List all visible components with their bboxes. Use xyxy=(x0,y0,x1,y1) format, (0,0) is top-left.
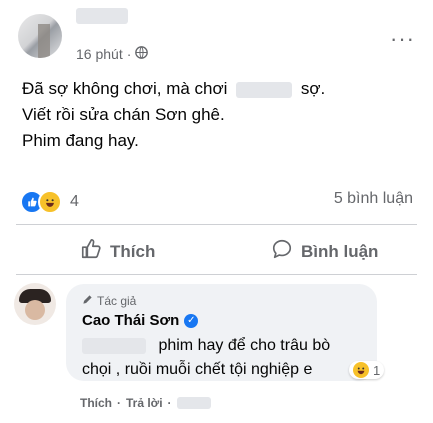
post-text-line-1: Đã sợ không chơi, mà chơi sợ. xyxy=(22,76,325,102)
commenter-avatar[interactable] xyxy=(14,283,56,325)
post-text-line-3: Phim đang hay. xyxy=(22,131,139,150)
post-time[interactable]: 16 phút xyxy=(76,46,123,62)
post-author-avatar[interactable] xyxy=(18,14,62,58)
haha-reaction-icon xyxy=(38,190,62,214)
post-meta: 16 phút · xyxy=(76,46,149,62)
post-text-part: sợ. xyxy=(300,79,326,98)
pencil-icon xyxy=(82,294,93,308)
like-button-label: Thích xyxy=(110,241,156,261)
comment-actions: Thích · Trả lời · xyxy=(80,396,211,410)
speech-bubble-icon xyxy=(271,238,293,265)
comment-line-2: chọi , ruồi muỗi chết tội nghiệp e xyxy=(82,361,313,378)
meta-separator: · xyxy=(126,46,132,62)
post-text-part: Đã sợ không chơi, mà chơi xyxy=(22,79,228,98)
divider-top xyxy=(16,224,417,225)
redacted-text xyxy=(236,81,293,98)
comment-reaction-count: 1 xyxy=(373,362,381,378)
comment-reply-link[interactable]: Trả lời xyxy=(126,396,163,410)
verified-badge-icon: ✓ xyxy=(184,313,199,328)
comment-button[interactable]: Bình luận xyxy=(271,238,378,265)
comment-line-1: phim hay để cho trâu bò xyxy=(82,334,330,358)
redacted-text xyxy=(82,337,146,354)
divider-bottom xyxy=(16,274,417,275)
commenter-name[interactable]: Cao Thái Sơn xyxy=(82,312,179,329)
reaction-count: 4 xyxy=(70,193,79,210)
comment-like-link[interactable]: Thích xyxy=(80,396,112,410)
haha-reaction-icon xyxy=(353,362,369,378)
more-options-button[interactable]: ··· xyxy=(390,26,415,52)
author-badge: Tác giả xyxy=(82,294,136,308)
post-author-name-redacted[interactable] xyxy=(76,8,128,24)
thumbs-up-icon xyxy=(80,238,102,265)
redacted-timestamp xyxy=(176,397,211,409)
reaction-summary[interactable]: 4 xyxy=(20,190,79,214)
action-separator: · xyxy=(117,396,121,410)
comment-text-part: phim hay để cho trâu bò xyxy=(158,337,331,354)
action-separator: · xyxy=(167,396,172,410)
comment-reaction-summary[interactable]: 1 xyxy=(349,361,385,379)
author-badge-label: Tác giả xyxy=(97,294,137,308)
comment-count-link[interactable]: 5 bình luận xyxy=(334,190,413,208)
post-text-line-2: Viết rồi sửa chán Sơn ghê. xyxy=(22,105,225,124)
comment-button-label: Bình luận xyxy=(301,241,379,261)
commenter-name-row: Cao Thái Sơn ✓ xyxy=(82,312,199,329)
like-button[interactable]: Thích xyxy=(80,238,155,265)
globe-icon xyxy=(135,46,149,62)
